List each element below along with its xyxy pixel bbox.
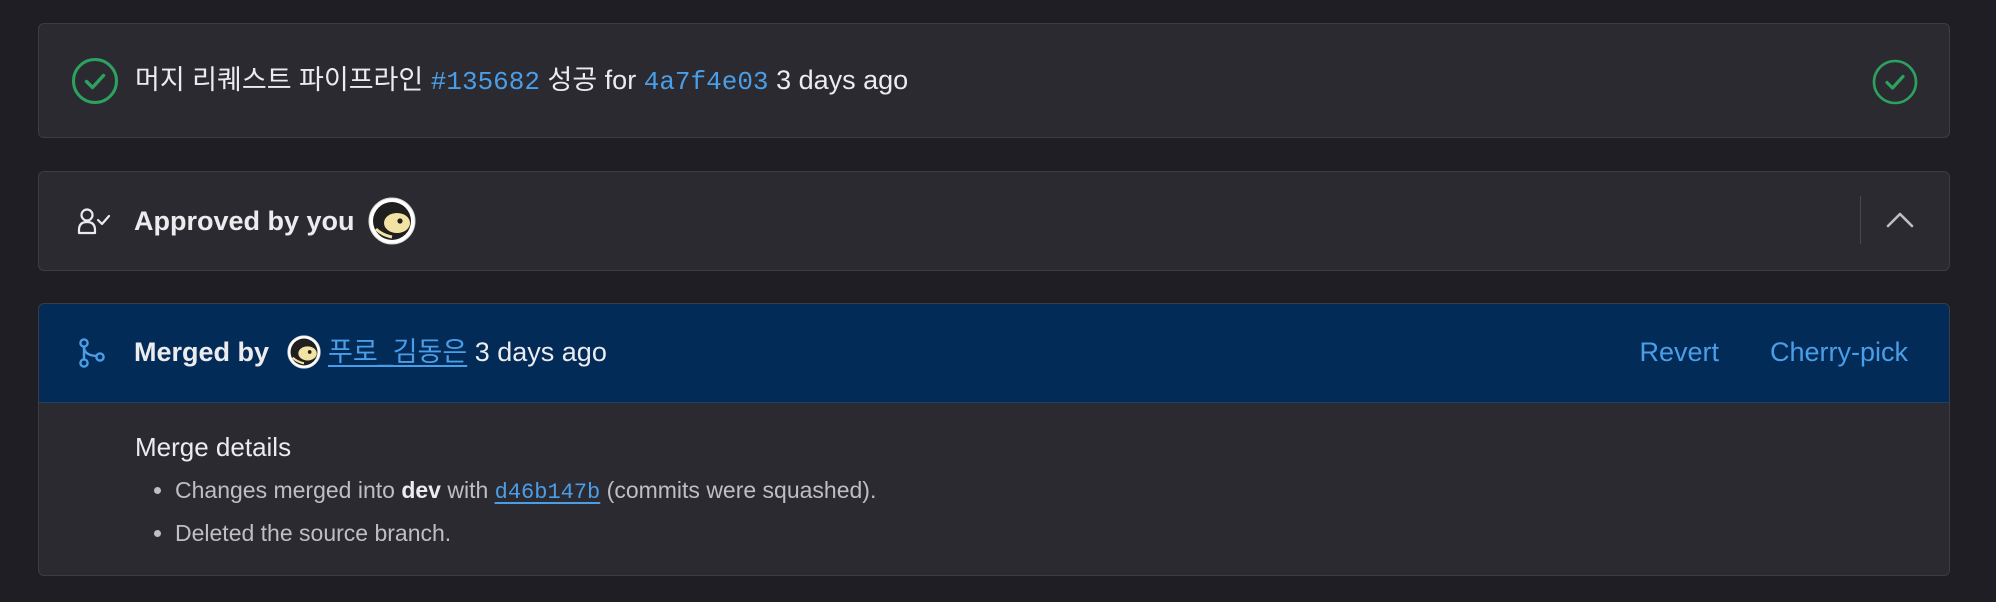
revert-button[interactable]: Revert [1639, 333, 1719, 371]
check-circle-icon[interactable] [71, 57, 119, 105]
pipeline-prefix: 머지 리퀘스트 파이프라인 [135, 65, 424, 95]
deleted-branch-text: Deleted the source branch. [175, 520, 452, 546]
merge-header: Merged by 푸로_김동은 3 days ago Revert Cherr… [39, 304, 1949, 403]
commit-link[interactable]: 4a7f4e03 [644, 67, 769, 97]
merge-commit-link[interactable]: d46b147b [495, 480, 601, 505]
merge-time: 3 days ago [474, 337, 607, 367]
pipeline-id-link[interactable]: #135682 [431, 67, 540, 97]
merger-user-link[interactable]: 푸로_김동은 [328, 337, 467, 367]
changes-prefix: Changes merged into [175, 477, 395, 503]
merged-by-label: Merged by [134, 337, 270, 367]
approval-card: Approved by you [38, 171, 1950, 271]
merge-details-title: Merge details [135, 432, 292, 462]
cherry-pick-button[interactable]: Cherry-pick [1770, 333, 1908, 371]
pipeline-check-circle-icon[interactable] [1872, 59, 1918, 105]
list-item: Changes merged into dev with d46b147b (c… [175, 470, 1949, 513]
merge-branch-icon [79, 338, 105, 368]
pipeline-status: 성공 for [547, 65, 637, 95]
merged-by-detail: 푸로_김동은 3 days ago [328, 333, 607, 371]
approver-avatar[interactable] [368, 197, 416, 250]
pipeline-time: 3 days ago [776, 65, 909, 95]
approval-user-check-icon [77, 206, 113, 236]
pipeline-status-card: 머지 리퀘스트 파이프라인 #135682 성공 for 4a7f4e03 3 … [38, 23, 1950, 138]
approval-divider [1860, 196, 1861, 244]
pipeline-status-text: 머지 리퀘스트 파이프라인 #135682 성공 for 4a7f4e03 3 … [135, 61, 908, 101]
chevron-up-icon[interactable] [1885, 208, 1915, 232]
list-item: Deleted the source branch. [175, 513, 1949, 554]
approval-label: Approved by you [134, 206, 355, 236]
with-text: with [447, 477, 489, 503]
merge-details-section: Merge details Changes merged into dev wi… [135, 430, 1949, 554]
merge-card: Merged by 푸로_김동은 3 days ago Revert Cherr… [38, 303, 1950, 576]
squash-note: (commits were squashed). [606, 477, 877, 503]
merge-details-list: Changes merged into dev with d46b147b (c… [135, 470, 1949, 554]
merger-avatar[interactable] [287, 335, 321, 374]
target-branch: dev [401, 477, 441, 503]
